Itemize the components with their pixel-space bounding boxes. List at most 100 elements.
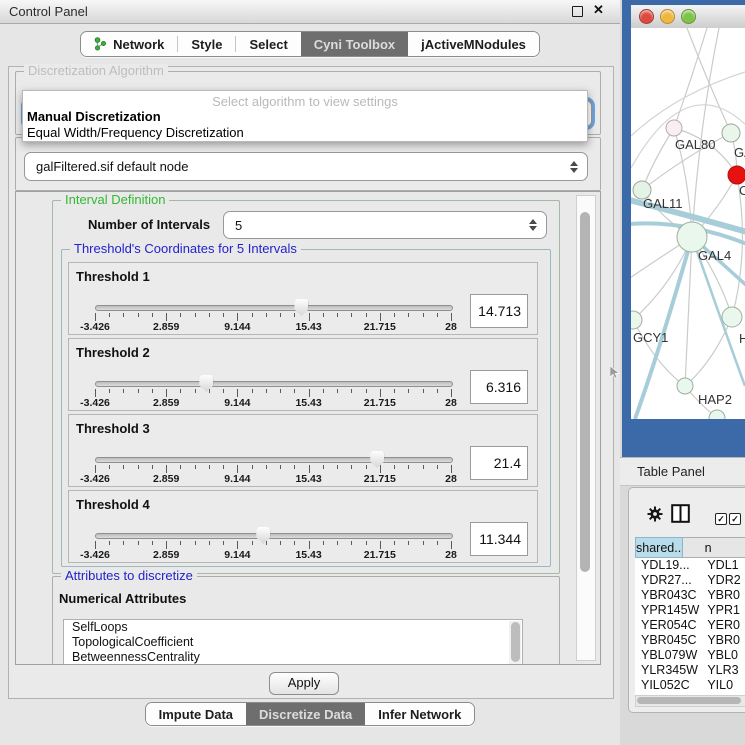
table-cell-name[interactable]: YIL0 [701,678,745,693]
attribute-list-item[interactable]: BetweennessCentrality [64,650,522,665]
table-cell-shared-name[interactable]: YER054C [635,618,701,633]
network-node[interactable] [709,410,725,419]
table-row[interactable]: YLR345WYLR3 [635,663,745,678]
slider-tick-label: 15.43 [295,473,321,485]
close-traffic-light[interactable] [639,9,654,24]
control-panel-titlebar: Control Panel ✕ [0,0,620,24]
network-node[interactable] [722,307,742,327]
network-node[interactable] [722,124,740,142]
table-cell-shared-name[interactable]: YBR043C [635,588,701,603]
gear-icon[interactable] [647,506,663,527]
attributes-group: Attributes to discretize Numerical Attri… [52,576,560,665]
network-node-label: C [739,183,745,198]
float-window-icon[interactable] [572,6,583,17]
table-cell-shared-name[interactable]: YPR145W [635,603,701,618]
slider-tick-label: 2.859 [153,397,179,409]
table-row[interactable]: YPR145WYPR1 [635,603,745,618]
attributes-list-scrollbar[interactable] [509,621,521,665]
slider-tick-label: -3.426 [80,397,110,409]
number-of-intervals-combobox[interactable]: 5 [223,211,547,239]
network-node[interactable] [728,166,745,184]
table-cell-name[interactable]: YDL1 [701,558,745,573]
tab-cyni-toolbox[interactable]: Cyni Toolbox [301,32,408,56]
slider-tick-label: 15.43 [295,397,321,409]
table-data-combobox[interactable]: galFiltered.sif default node [24,152,588,181]
slider-tick-labels: -3.4262.8599.14415.4321.71528 [95,321,451,332]
table-cell-shared-name[interactable]: YDL19... [635,558,701,573]
table-cell-shared-name[interactable]: YDR27... [635,573,701,588]
discretization-algorithm-group: Discretization Algorithm Select algorith… [15,71,601,135]
table-cell-shared-name[interactable]: YIL052C [635,678,701,693]
network-canvas[interactable]: GAL80GACGAL11GAL4GCY1HHAP2 [631,28,745,419]
table-row[interactable]: YBL079WYBL0 [635,648,745,663]
tab-network[interactable]: Network [81,32,177,56]
tab-network-label: Network [113,37,164,52]
close-icon[interactable]: ✕ [593,2,604,18]
table-cell-name[interactable]: YBR0 [701,588,745,603]
table-cell-name[interactable]: YLR3 [701,663,745,678]
threshold-panel-2: Threshold 2-3.4262.8599.14415.4321.71528… [68,338,538,411]
slider-tick-labels: -3.4262.8599.14415.4321.71528 [95,549,451,560]
threshold-slider-track[interactable] [95,533,453,539]
network-node[interactable] [666,120,682,136]
table-body: YDL19...YDL1YDR27...YDR2YBR043CYBR0YPR14… [635,558,745,693]
table-cell-shared-name[interactable]: YBL079W [635,648,701,663]
threshold-value-field[interactable]: 6.316 [470,370,528,404]
threshold-value-field[interactable]: 21.4 [470,446,528,480]
table-row[interactable]: YBR043CYBR0 [635,588,745,603]
network-node-label: GCY1 [633,330,668,345]
threshold-slider-track[interactable] [95,305,453,311]
threshold-slider-track[interactable] [95,457,453,463]
slider-tick-label: -3.426 [80,321,110,333]
slider-tick-label: 9.144 [224,397,250,409]
table-row[interactable]: YDL19...YDL1 [635,558,745,573]
split-columns-icon[interactable] [671,504,690,528]
checkbox-checked-icon: ✓ [715,513,727,525]
slider-tick-label: 21.715 [364,473,396,485]
attribute-list-item[interactable]: SelfLoops [64,620,522,635]
table-cell-name[interactable]: YBR0 [701,633,745,648]
attribute-list-item[interactable]: TopologicalCoefficient [64,635,522,650]
column-header-name[interactable]: n [683,537,745,558]
table-row[interactable]: YER054CYER0 [635,618,745,633]
network-node-label: HAP2 [698,392,732,407]
tab-jactivemnodules[interactable]: jActiveMNodules [408,32,539,56]
table-horizontal-scrollbar[interactable] [635,695,745,707]
table-cell-shared-name[interactable]: YBR045C [635,633,701,648]
network-edge[interactable] [692,28,719,237]
slider-tick-label: 28 [445,321,457,333]
network-node-label: GAL80 [675,137,715,152]
network-node-label: H [739,331,745,346]
dropdown-option-manual-discretization[interactable]: Manual Discretization [27,109,161,124]
table-cell-name[interactable]: YBL0 [701,648,745,663]
tab-discretize-data[interactable]: Discretize Data [246,703,365,725]
threshold-slider-track[interactable] [95,381,453,387]
cyni-bottom-tabbar: Impute Data Discretize Data Infer Networ… [0,702,620,726]
network-edge[interactable] [642,128,674,190]
apply-button[interactable]: Apply [269,672,339,695]
tab-impute-data[interactable]: Impute Data [146,703,246,725]
zoom-traffic-light[interactable] [681,9,696,24]
network-node[interactable] [677,378,693,394]
slider-tick-labels: -3.4262.8599.14415.4321.71528 [95,397,451,408]
table-cell-shared-name[interactable]: YLR345W [635,663,701,678]
network-edge[interactable] [674,28,707,128]
settings-vertical-scrollbar[interactable] [576,195,596,661]
table-row[interactable]: YIL052CYIL0 [635,678,745,693]
threshold-value-field[interactable]: 14.713 [470,294,528,328]
tab-infer-network-label: Infer Network [378,707,461,722]
threshold-value-field[interactable]: 11.344 [470,522,528,556]
tab-select[interactable]: Select [236,32,300,56]
table-cell-name[interactable]: YPR1 [701,603,745,618]
minimize-traffic-light[interactable] [660,9,675,24]
table-cell-name[interactable]: YDR2 [701,573,745,588]
table-row[interactable]: YBR045CYBR0 [635,633,745,648]
threshold-panel-4: Threshold 4-3.4262.8599.14415.4321.71528… [68,490,538,563]
tab-infer-network[interactable]: Infer Network [365,703,474,725]
column-header-shared-name[interactable]: shared... [635,537,683,558]
checkbox-pair-icon[interactable]: ✓✓ [715,509,741,527]
table-row[interactable]: YDR27...YDR2 [635,573,745,588]
tab-style[interactable]: Style [178,32,235,56]
table-cell-name[interactable]: YER0 [701,618,745,633]
dropdown-option-equal-width-frequency[interactable]: Equal Width/Frequency Discretization [27,125,244,140]
